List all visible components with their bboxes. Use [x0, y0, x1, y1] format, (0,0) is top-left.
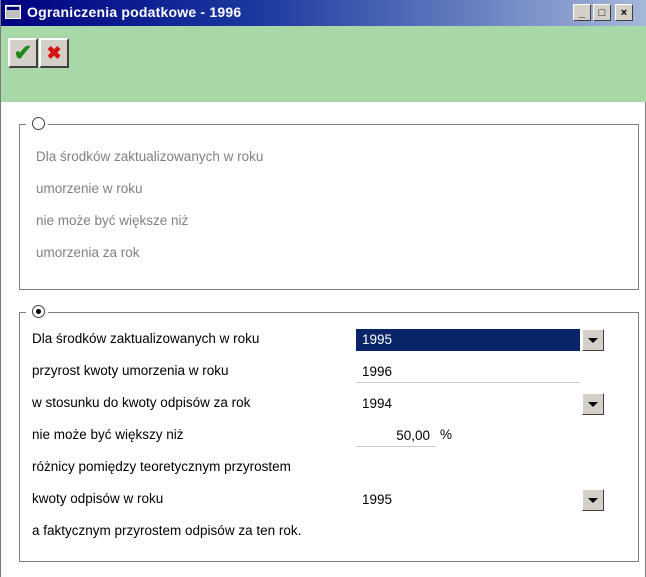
- maximize-icon: □: [598, 6, 606, 19]
- close-x-icon: ✖: [46, 43, 62, 63]
- window-icon: [5, 5, 21, 19]
- checkmark-icon: ✔: [13, 40, 33, 65]
- close-icon: ×: [620, 6, 628, 19]
- row5-label: różnicy pomiędzy teoretycznym przyrostem: [32, 459, 291, 474]
- option2-group: Dla środków zaktualizowanych w roku 1995…: [19, 303, 639, 562]
- chevron-down-icon: [588, 497, 598, 503]
- minimize-button[interactable]: _: [573, 4, 591, 21]
- row2-label: przyrost kwoty umorzenia w roku: [32, 363, 229, 378]
- accept-button[interactable]: ✔: [8, 38, 38, 68]
- toolbar: ✔ ✖: [1, 26, 646, 102]
- reference-year-dropdown-button[interactable]: [582, 393, 604, 415]
- option1-radio[interactable]: [32, 117, 45, 130]
- option1-line4: umorzenia za rok: [36, 245, 140, 260]
- row6-label: kwoty odpisów w roku: [32, 491, 164, 506]
- option1-line1: Dla środków zaktualizowanych w roku: [36, 149, 264, 164]
- option1-line3: nie może być większe niż: [36, 213, 189, 228]
- percent-limit-field[interactable]: 50,00: [356, 425, 436, 447]
- year-updated-dropdown-button[interactable]: [582, 329, 604, 351]
- maximize-button[interactable]: □: [593, 4, 611, 21]
- chevron-down-icon: [588, 401, 598, 407]
- option2-radio[interactable]: [32, 305, 45, 318]
- deduction-year-dropdown-button[interactable]: [582, 489, 604, 511]
- title-bar[interactable]: Ograniczenia podatkowe - 1996 _ □ ×: [1, 0, 646, 26]
- row7-label: a faktycznym przyrostem odpisów za ten r…: [32, 523, 302, 538]
- increase-year-field[interactable]: 1996: [356, 361, 580, 383]
- chevron-down-icon: [588, 337, 598, 343]
- radio-selected-dot: [36, 309, 41, 314]
- row3-label: w stosunku do kwoty odpisów za rok: [32, 395, 251, 410]
- year-updated-select[interactable]: 1995: [356, 329, 580, 351]
- reference-year-select[interactable]: 1994: [356, 393, 580, 415]
- minimize-icon: _: [578, 6, 586, 19]
- window-title: Ograniczenia podatkowe - 1996: [27, 4, 242, 20]
- option1-line2: umorzenie w roku: [36, 181, 143, 196]
- dialog-window: Ograniczenia podatkowe - 1996 _ □ × ✔ ✖ …: [0, 0, 646, 577]
- cancel-button[interactable]: ✖: [39, 38, 69, 68]
- close-window-button[interactable]: ×: [615, 4, 633, 21]
- option1-group: Dla środków zaktualizowanych w roku umor…: [19, 115, 639, 290]
- row4-label: nie może być większy niż: [32, 427, 184, 442]
- row1-label: Dla środków zaktualizowanych w roku: [32, 331, 260, 346]
- percent-unit: %: [440, 427, 453, 442]
- deduction-year-select[interactable]: 1995: [356, 489, 580, 511]
